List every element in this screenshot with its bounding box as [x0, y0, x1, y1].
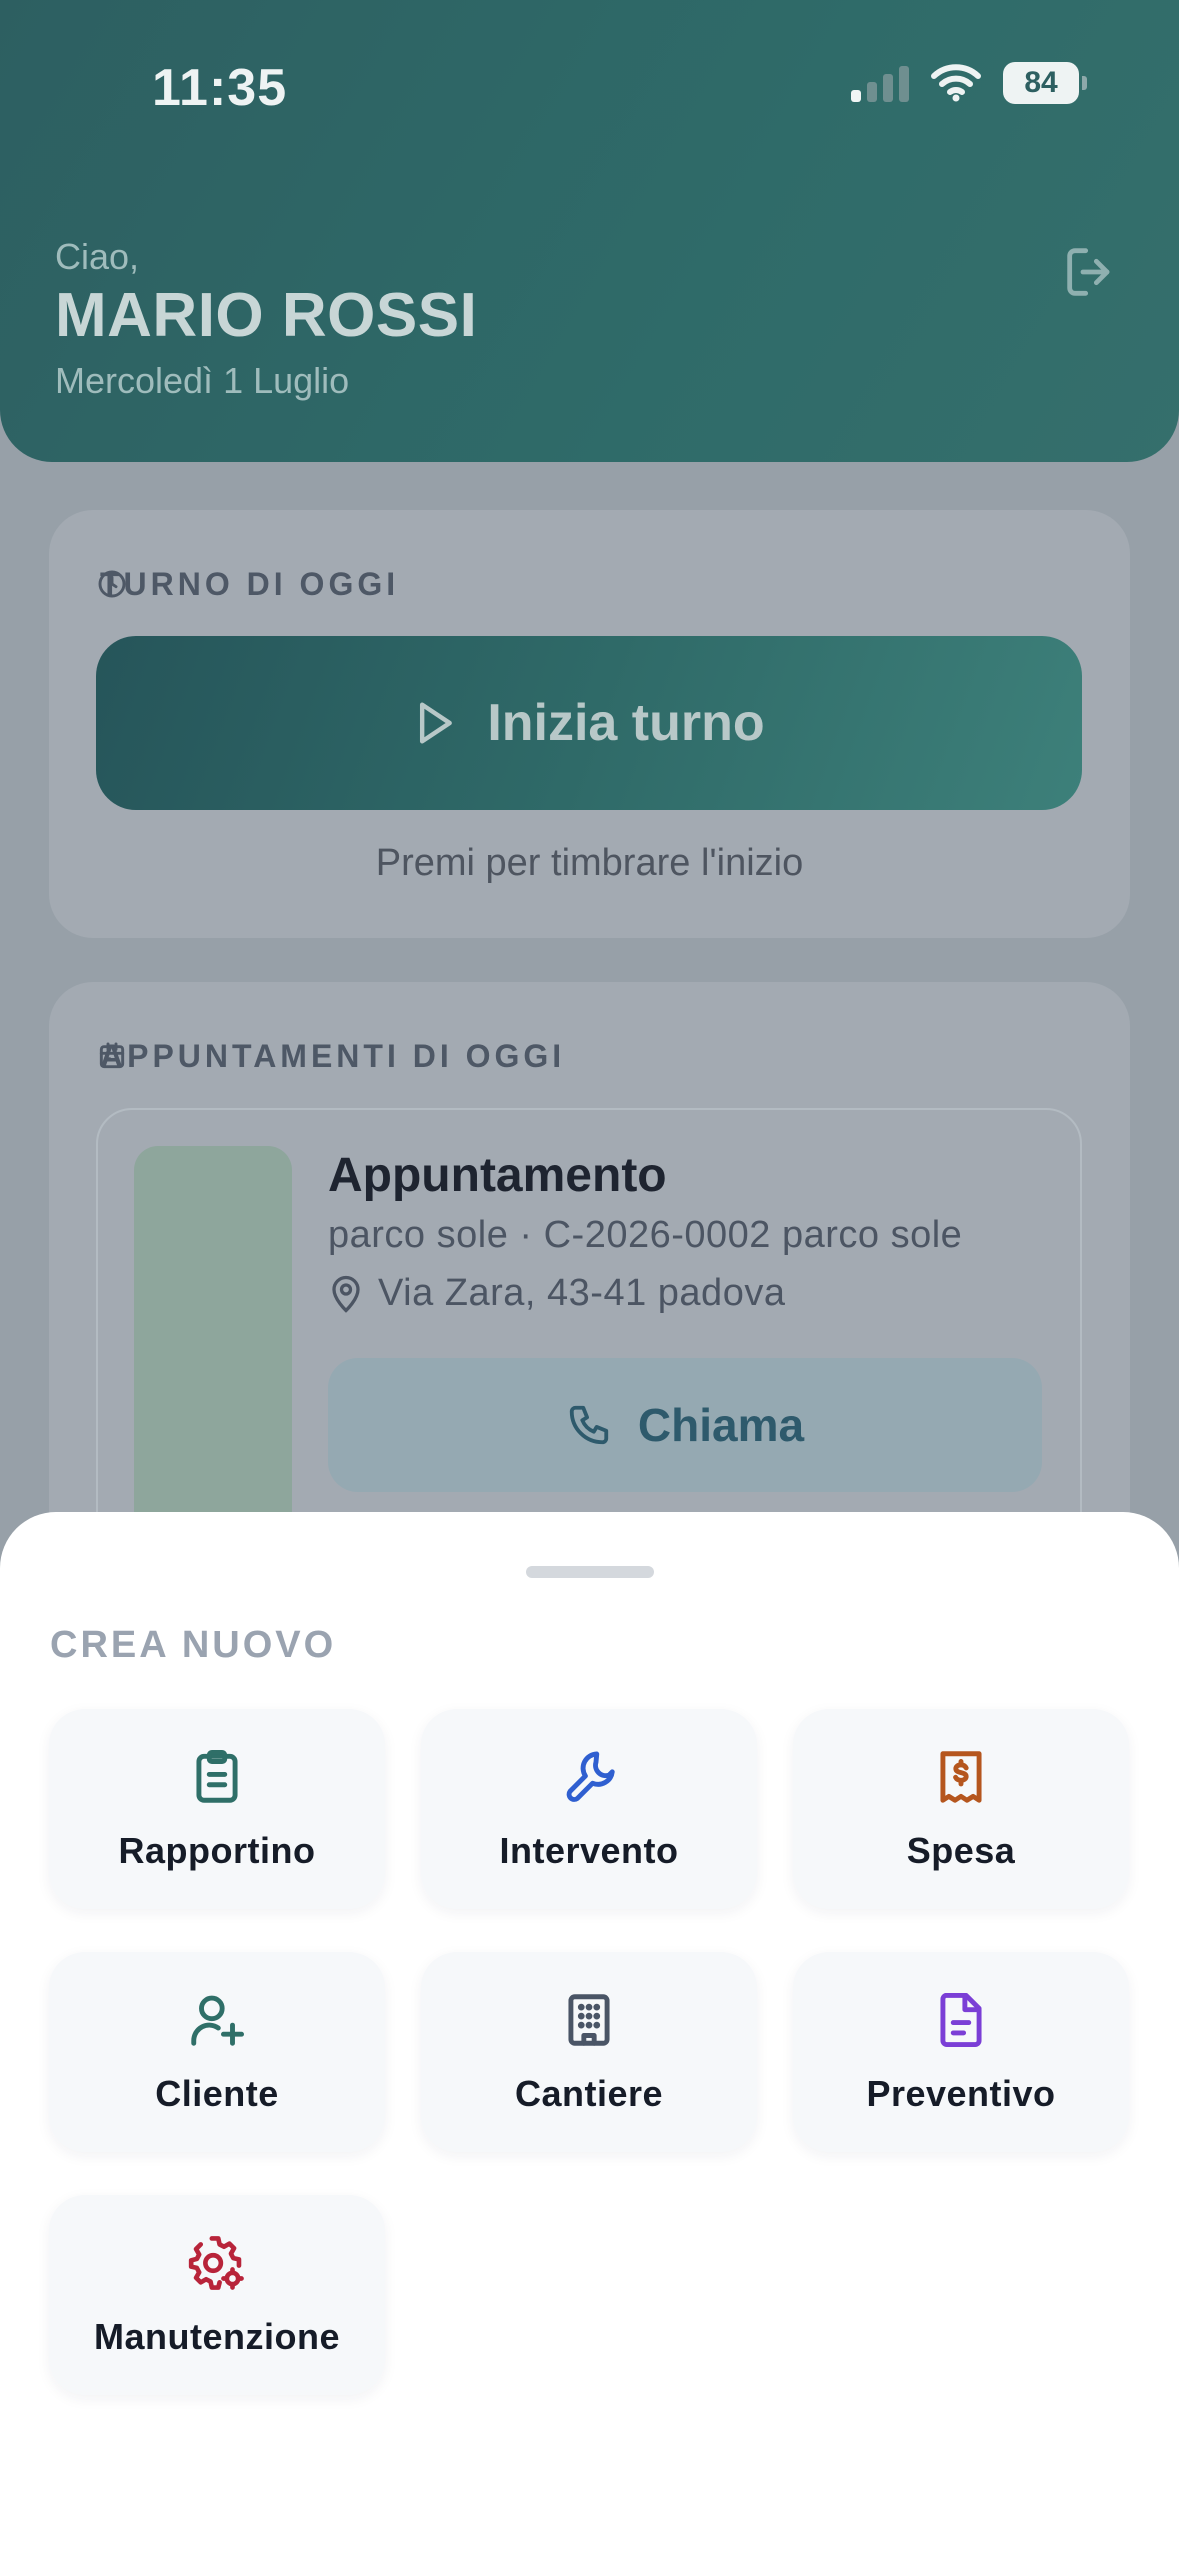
battery-indicator: 84 [1003, 62, 1087, 104]
create-new-sheet: CREA NUOVO Rapportino Intervento Spesa C… [0, 1512, 1179, 2556]
play-icon [420, 702, 453, 744]
tile-label: Preventivo [866, 2073, 1056, 2114]
shift-hint: Premi per timbrare l'inizio [375, 842, 804, 884]
map-pin-icon [332, 1275, 360, 1313]
shift-title: TURNO DI OGGI [100, 566, 400, 602]
receipt-icon [940, 1751, 982, 1803]
start-shift-label: Inizia turno [487, 694, 765, 752]
appointments-title: APPUNTAMENTI DI OGGI [100, 1038, 566, 1074]
tile-label: Cliente [155, 2073, 279, 2114]
greeting: Ciao, [55, 236, 140, 277]
tile-label: Intervento [499, 1830, 679, 1871]
clipboard-icon [196, 1750, 238, 1803]
tile-label: Rapportino [118, 1830, 316, 1871]
create-cliente-button[interactable]: Cliente [49, 1952, 385, 2152]
create-rapportino-button[interactable]: Rapportino [49, 1709, 385, 1909]
appointment-color-bar [134, 1146, 292, 1546]
status-time: 11:35 [152, 59, 288, 117]
tile-label: Cantiere [514, 2073, 664, 2114]
create-intervento-button[interactable]: Intervento [421, 1709, 757, 1909]
current-date: Mercoledì 1 Luglio [55, 360, 350, 401]
wifi-icon [931, 64, 981, 102]
tile-label: Manutenzione [94, 2316, 340, 2357]
phone-icon [569, 1405, 609, 1445]
create-preventivo-button[interactable]: Preventivo [793, 1952, 1129, 2152]
call-label: Chiama [637, 1399, 805, 1451]
header: 11:35 84 Ciao, MARIO ROSSI Mercoledì 1 L… [0, 0, 1179, 462]
logout-icon[interactable] [1059, 240, 1123, 304]
call-button[interactable]: Chiama [328, 1358, 1042, 1492]
appointment-subtitle: parco sole · C-2026-0002 parco sole [328, 1214, 963, 1256]
user-plus-icon [191, 1995, 244, 2046]
user-name: MARIO ROSSI [55, 281, 478, 350]
sheet-grabber[interactable] [526, 1566, 654, 1578]
gear-icon [188, 2236, 244, 2290]
wrench-icon [566, 1751, 615, 1802]
sheet-title: CREA NUOVO [50, 1624, 337, 1666]
building-icon [568, 1994, 610, 2046]
create-manutenzione-button[interactable]: Manutenzione [49, 2195, 385, 2395]
create-spesa-button[interactable]: Spesa [793, 1709, 1129, 1909]
start-shift-button[interactable]: Inizia turno [96, 636, 1082, 810]
signal-icon [851, 64, 909, 102]
document-icon [940, 1993, 982, 2047]
status-icons: 84 [851, 62, 1087, 104]
appointment-address-text: Via Zara, 43-41 padova [378, 1272, 786, 1314]
create-cantiere-button[interactable]: Cantiere [421, 1952, 757, 2152]
appointment-address: Via Zara, 43-41 padova [328, 1272, 785, 1315]
tile-label: Spesa [906, 1830, 1016, 1871]
appointment-title: Appuntamento [328, 1149, 667, 1202]
